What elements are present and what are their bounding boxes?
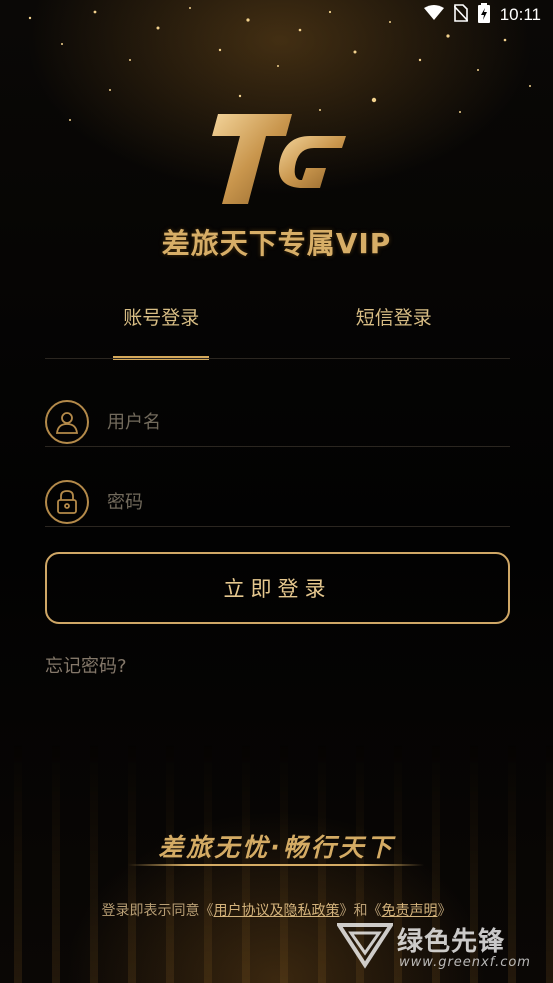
user-agreement-link[interactable]: 用户协议及隐私政策	[214, 903, 340, 919]
brand-tagline: 差旅天下专属VIP	[161, 227, 392, 260]
watermark-url: www.greenxf.com	[399, 955, 531, 970]
no-sim-icon	[453, 4, 469, 26]
agreement-middle: 》和《	[339, 903, 382, 919]
password-input[interactable]	[105, 490, 489, 514]
slogan-underline	[128, 864, 424, 866]
user-icon	[45, 400, 89, 444]
lock-icon	[45, 480, 89, 524]
battery-charging-icon	[477, 3, 490, 27]
status-bar: 10:11	[0, 0, 553, 30]
login-button[interactable]: 立即登录	[45, 552, 510, 624]
tabs-divider	[45, 358, 510, 359]
status-time: 10:11	[499, 5, 541, 24]
username-row	[45, 398, 510, 447]
forgot-password-link[interactable]: 忘记密码?	[45, 652, 127, 678]
agreement-text: 登录即表示同意《用户协议及隐私政策》和《免责声明》	[0, 900, 553, 920]
site-watermark: 绿色先锋 www.greenxf.com	[335, 919, 547, 977]
tab-sms-login[interactable]: 短信登录	[278, 300, 511, 358]
username-input[interactable]	[105, 410, 489, 434]
password-row	[45, 478, 510, 527]
login-tabs: 账号登录 短信登录	[45, 300, 510, 358]
watermark-name: 绿色先锋	[397, 927, 506, 957]
tg-logo	[212, 114, 346, 204]
agreement-suffix: 》	[437, 903, 452, 919]
watermark-logo-icon	[335, 923, 395, 969]
wifi-icon	[423, 5, 444, 25]
agreement-prefix: 登录即表示同意《	[101, 903, 214, 919]
tab-account-login[interactable]: 账号登录	[45, 300, 278, 358]
footer-slogan: 差旅无忧·畅行天下	[158, 833, 395, 862]
disclaimer-link[interactable]: 免责声明	[382, 903, 438, 919]
